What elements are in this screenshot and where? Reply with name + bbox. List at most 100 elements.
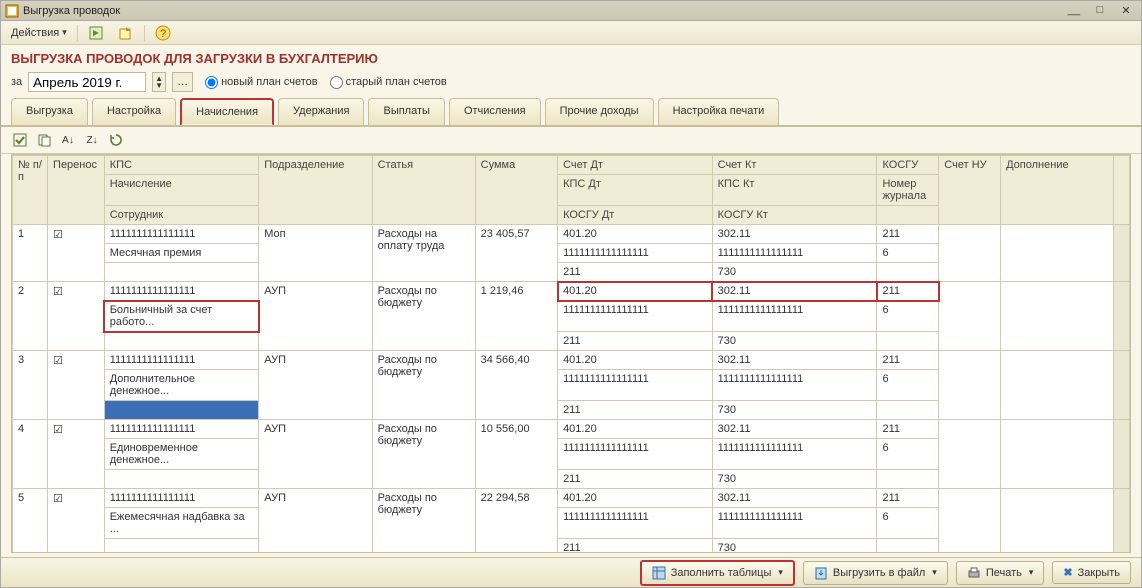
col-nachis[interactable]: Начисление [104,175,259,206]
cell-kosgu-kt[interactable]: 730 [712,332,877,351]
cell-perenos[interactable]: ☑ [48,351,105,420]
cell-nomer[interactable]: 6 [877,244,939,263]
cell-podr[interactable]: Моп [259,225,372,282]
col-sotr[interactable]: Сотрудник [104,206,259,225]
cell-sch-kt[interactable]: 302.11 [712,282,877,301]
cell-nachis[interactable]: Ежемесячная надбавка за ... [104,508,259,539]
cell-stat[interactable]: Расходы по бюджету [372,489,475,554]
col-sch-kt[interactable]: Счет Кт [712,156,877,175]
cell-sotr[interactable] [104,332,259,351]
scrollbar-v[interactable] [1114,156,1130,225]
cell-sotr[interactable] [104,263,259,282]
col-sch-dt[interactable]: Счет Дт [558,156,713,175]
cell-stat[interactable]: Расходы по бюджету [372,351,475,420]
cell-perenos[interactable]: ☑ [48,420,105,489]
cell-summa[interactable]: 34 566,40 [475,351,557,420]
cell-summa[interactable]: 22 294,58 [475,489,557,554]
cell-kps-dt[interactable]: 1111111111111111 [558,244,713,263]
period-picker[interactable]: … [172,72,193,92]
grid-copy-icon[interactable] [35,131,53,149]
cell-kps[interactable]: 1111111111111111 [104,351,259,370]
grid-check-icon[interactable] [11,131,29,149]
period-spinner[interactable]: ▲▼ [152,72,166,92]
cell-nomer[interactable]: 6 [877,301,939,332]
col-num[interactable]: № п/п [13,156,48,225]
cell-kosgu-kt[interactable]: 730 [712,263,877,282]
cell-kosgu[interactable]: 211 [877,420,939,439]
cell-kps[interactable]: 1111111111111111 [104,282,259,301]
close-button[interactable]: ✖ Закрыть [1052,561,1131,584]
tab-settings[interactable]: Настройка [92,98,176,126]
tab-export[interactable]: Выгрузка [11,98,88,126]
col-kps[interactable]: КПС [104,156,259,175]
cell-kosgu-dt[interactable]: 211 [558,332,713,351]
cell-kosgu-kt[interactable]: 730 [712,539,877,554]
cell-blank[interactable] [877,470,939,489]
print-button[interactable]: Печать [956,561,1045,585]
cell-perenos[interactable]: ☑ [48,489,105,554]
col-kosgu-dt[interactable]: КОСГУ Дт [558,206,713,225]
col-kosgu[interactable]: КОСГУ [877,156,939,175]
col-nomer[interactable]: Номер журнала [877,175,939,206]
maximize-button[interactable]: □ [1089,4,1111,18]
cell-podr[interactable]: АУП [259,420,372,489]
cell-sch-nu[interactable] [939,225,1001,282]
cell-sch-nu[interactable] [939,489,1001,554]
cell-nachis[interactable]: Дополнительное денежное... [104,370,259,401]
cell-summa[interactable]: 10 556,00 [475,420,557,489]
cell-nomer[interactable]: 6 [877,370,939,401]
plan-new-radio[interactable]: новый план счетов [205,76,318,89]
cell-summa[interactable]: 23 405,57 [475,225,557,282]
cell-nachis[interactable]: Единовременное денежное... [104,439,259,470]
cell-kps[interactable]: 1111111111111111 [104,489,259,508]
scrollbar-v[interactable] [1114,225,1130,282]
col-kosgu-kt[interactable]: КОСГУ Кт [712,206,877,225]
cell-sch-kt[interactable]: 302.11 [712,351,877,370]
cell-kps[interactable]: 1111111111111111 [104,225,259,244]
tab-contributions[interactable]: Отчисления [449,98,541,126]
cell-nachis[interactable]: Месячная премия [104,244,259,263]
cell-kosgu-kt[interactable]: 730 [712,470,877,489]
col-podr[interactable]: Подразделение [259,156,372,225]
cell-dop[interactable] [1001,489,1114,554]
cell-kps-dt[interactable]: 1111111111111111 [558,508,713,539]
col-summa[interactable]: Сумма [475,156,557,225]
tab-payments[interactable]: Выплаты [368,98,444,126]
cell-kps-kt[interactable]: 1111111111111111 [712,508,877,539]
refresh-icon[interactable] [107,131,125,149]
toolbar-btn-1[interactable] [84,23,108,43]
cell-sch-kt[interactable]: 302.11 [712,225,877,244]
col-kps-kt[interactable]: КПС Кт [712,175,877,206]
cell-dop[interactable] [1001,225,1114,282]
actions-menu[interactable]: Действия [7,25,71,41]
cell-kosgu[interactable]: 211 [877,489,939,508]
cell-sotr[interactable] [104,401,259,420]
cell-kps-dt[interactable]: 1111111111111111 [558,370,713,401]
cell-sotr[interactable] [104,470,259,489]
cell-num[interactable]: 5 [13,489,48,554]
export-file-button[interactable]: Выгрузить в файл [803,561,948,585]
plan-old-radio[interactable]: старый план счетов [330,76,447,89]
cell-nomer[interactable]: 6 [877,508,939,539]
cell-kps-kt[interactable]: 1111111111111111 [712,370,877,401]
col-stat[interactable]: Статья [372,156,475,225]
cell-perenos[interactable]: ☑ [48,225,105,282]
cell-perenos[interactable]: ☑ [48,282,105,351]
cell-blank[interactable] [877,263,939,282]
cell-dop[interactable] [1001,351,1114,420]
toolbar-btn-2[interactable] [114,23,138,43]
cell-kosgu-dt[interactable]: 211 [558,401,713,420]
cell-kosgu-dt[interactable]: 211 [558,470,713,489]
cell-sch-nu[interactable] [939,420,1001,489]
cell-blank[interactable] [877,539,939,554]
cell-sch-dt[interactable]: 401.20 [558,225,713,244]
cell-kosgu-kt[interactable]: 730 [712,401,877,420]
cell-sch-kt[interactable]: 302.11 [712,420,877,439]
cell-kps-kt[interactable]: 1111111111111111 [712,244,877,263]
cell-kosgu[interactable]: 211 [877,351,939,370]
cell-stat[interactable]: Расходы на оплату труда [372,225,475,282]
close-window-button[interactable]: ✕ [1115,4,1137,18]
cell-sotr[interactable] [104,539,259,554]
cell-kosgu-dt[interactable]: 211 [558,539,713,554]
cell-num[interactable]: 2 [13,282,48,351]
